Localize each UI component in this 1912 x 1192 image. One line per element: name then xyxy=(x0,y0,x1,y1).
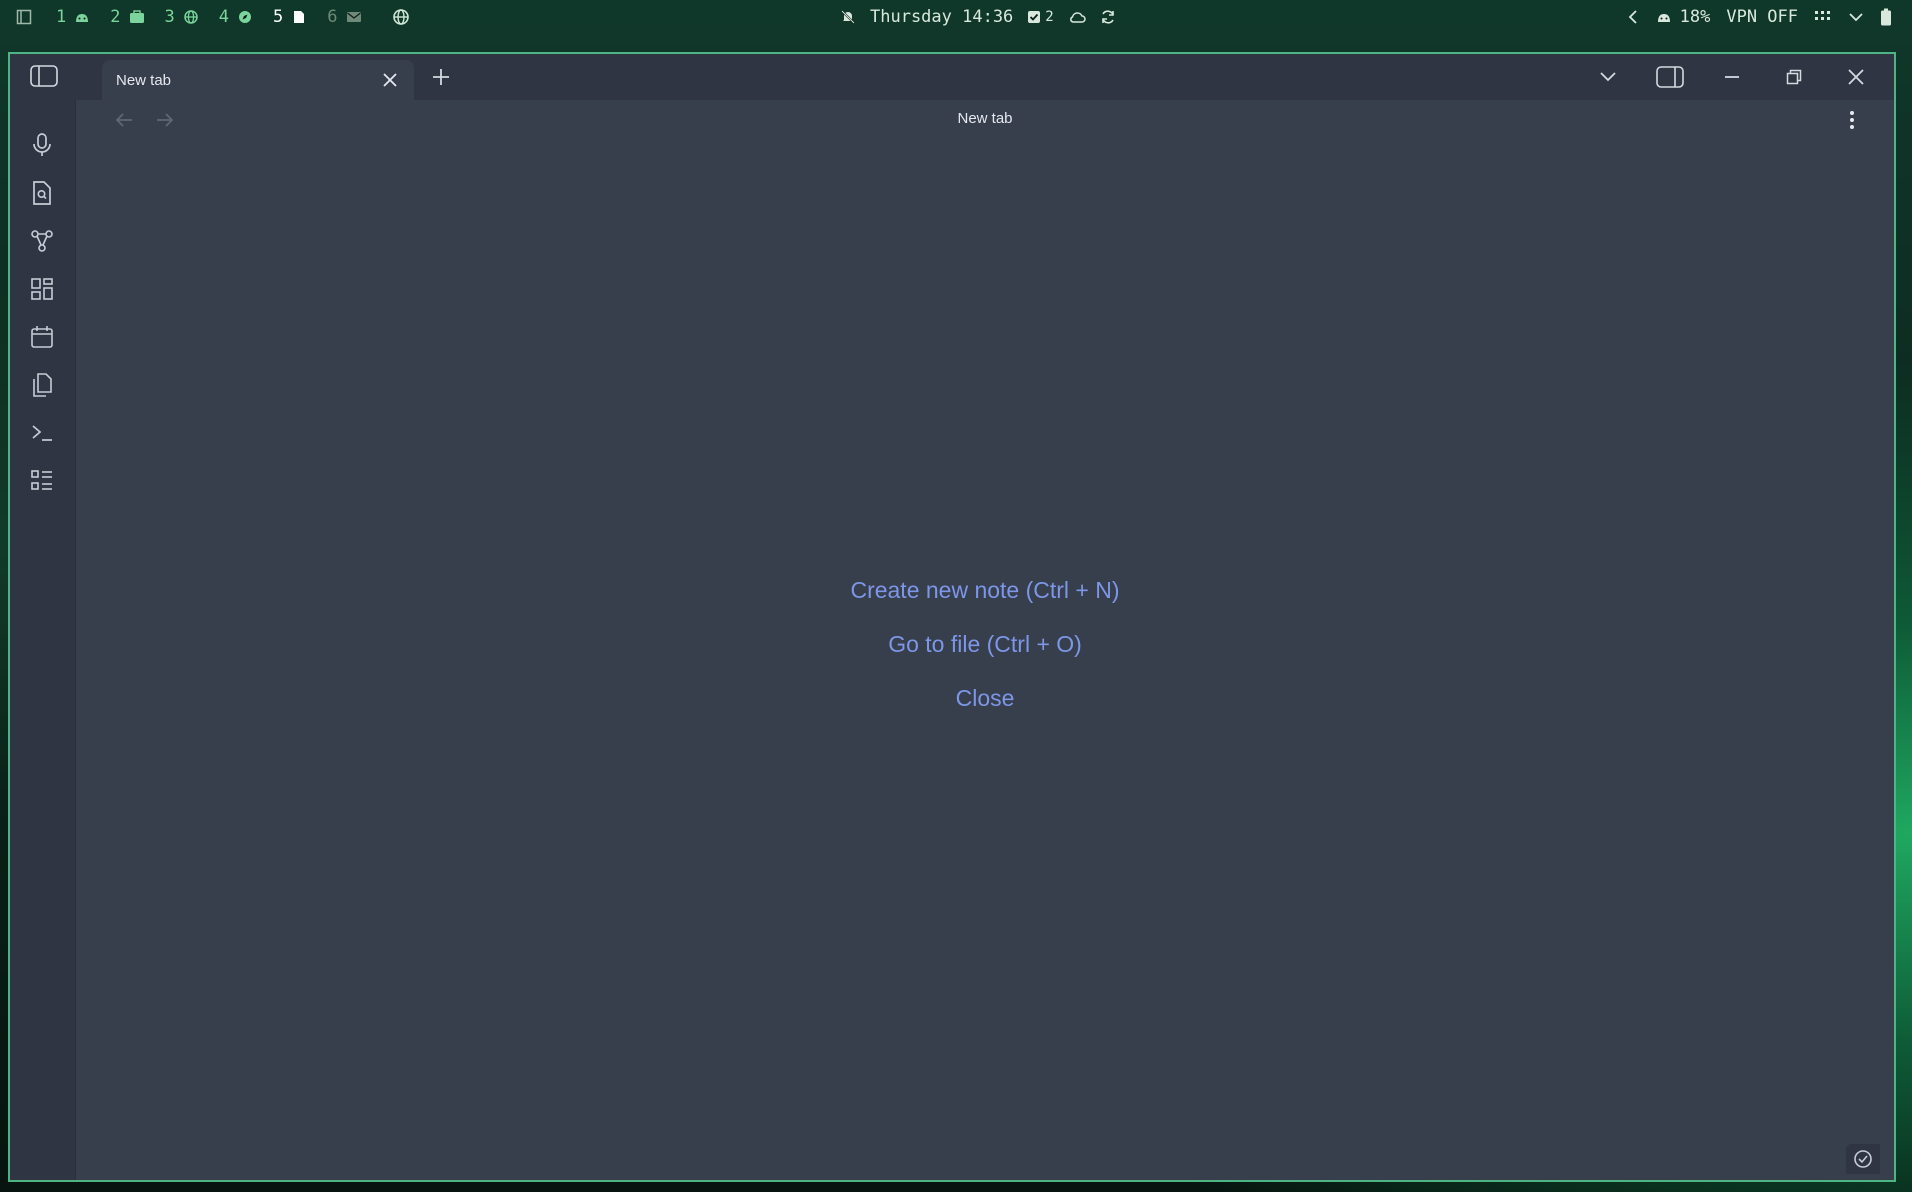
chevron-down-icon[interactable] xyxy=(1848,11,1864,23)
tab-title: New tab xyxy=(116,71,172,89)
restore-button[interactable] xyxy=(1780,63,1808,91)
view-title: New tab xyxy=(957,110,1013,127)
copy-icon[interactable] xyxy=(27,370,57,400)
battery-indicator[interactable]: 18% xyxy=(1656,7,1710,27)
right-sidebar-toggle-button[interactable] xyxy=(1656,63,1684,91)
workspace-4[interactable]: 4 xyxy=(219,7,253,27)
apps-grid-icon[interactable] xyxy=(1814,10,1832,24)
title-bar: New tab xyxy=(10,54,1894,100)
sidebar-toggle-button[interactable] xyxy=(30,64,58,88)
more-vertical-icon xyxy=(1850,111,1854,129)
close-icon xyxy=(1848,69,1864,85)
microphone-icon[interactable] xyxy=(27,130,57,160)
tab-list-button[interactable] xyxy=(1594,63,1622,91)
create-new-note-link[interactable]: Create new note (Ctrl + N) xyxy=(850,574,1119,606)
close-window-button[interactable] xyxy=(1842,63,1870,91)
go-to-file-link[interactable]: Go to file (Ctrl + O) xyxy=(888,628,1082,660)
terminal-icon[interactable] xyxy=(27,418,57,448)
close-link[interactable]: Close xyxy=(956,682,1015,714)
more-options-button[interactable] xyxy=(1840,108,1864,132)
system-topbar: 1 2 3 4 5 6 Thursday 14:36 2 18% VPN OFF xyxy=(0,0,1912,34)
sync-status-button[interactable] xyxy=(1846,1144,1880,1174)
workspace-6[interactable]: 6 xyxy=(327,7,361,27)
note-icon xyxy=(291,10,307,24)
tab-new-tab[interactable]: New tab xyxy=(102,60,414,100)
battery-icon[interactable] xyxy=(1880,8,1892,26)
graph-icon[interactable] xyxy=(27,226,57,256)
tab-close-button[interactable] xyxy=(380,70,400,90)
notifications-muted-icon[interactable] xyxy=(840,9,856,25)
vpn-status[interactable]: VPN OFF xyxy=(1726,7,1798,27)
left-ribbon xyxy=(10,100,76,1180)
workspace-5[interactable]: 5 xyxy=(273,7,307,27)
new-tab-button[interactable] xyxy=(428,64,454,90)
file-search-icon[interactable] xyxy=(27,178,57,208)
workspace-2[interactable]: 2 xyxy=(110,7,144,27)
view-header: New tab xyxy=(76,100,1894,140)
sync-icon[interactable] xyxy=(1100,9,1116,25)
sidebar-right-icon xyxy=(1656,66,1684,88)
check-circle-icon xyxy=(1854,1150,1872,1168)
minimize-button[interactable] xyxy=(1718,63,1746,91)
compass-icon xyxy=(237,10,253,24)
restore-icon xyxy=(1786,69,1802,85)
close-icon xyxy=(383,73,397,87)
network-globe-icon[interactable] xyxy=(392,9,410,25)
mail-icon xyxy=(346,10,362,24)
chevron-left-icon[interactable] xyxy=(1626,9,1640,25)
calendar-icon[interactable] xyxy=(27,322,57,352)
chevron-down-icon xyxy=(1600,72,1616,82)
android-icon xyxy=(74,10,90,24)
checkbox-icon xyxy=(1027,10,1041,24)
list-icon[interactable] xyxy=(27,466,57,496)
plus-icon xyxy=(433,69,449,85)
minimize-icon xyxy=(1725,76,1739,78)
android-battery-icon xyxy=(1656,10,1672,24)
app-window: New tab New tab Create new note (Ctrl + … xyxy=(8,52,1896,1182)
empty-state-actions: Create new note (Ctrl + N) Go to file (C… xyxy=(76,574,1894,714)
launcher-icon[interactable] xyxy=(16,9,32,25)
dashboard-icon[interactable] xyxy=(27,274,57,304)
clock[interactable]: Thursday 14:36 xyxy=(870,7,1013,27)
cloud-icon[interactable] xyxy=(1068,10,1086,24)
workspace-3[interactable]: 3 xyxy=(165,7,199,27)
globe-icon xyxy=(183,10,199,24)
workspace-1[interactable]: 1 xyxy=(56,7,90,27)
briefcase-icon xyxy=(129,10,145,24)
tasks-indicator[interactable]: 2 xyxy=(1027,9,1054,25)
